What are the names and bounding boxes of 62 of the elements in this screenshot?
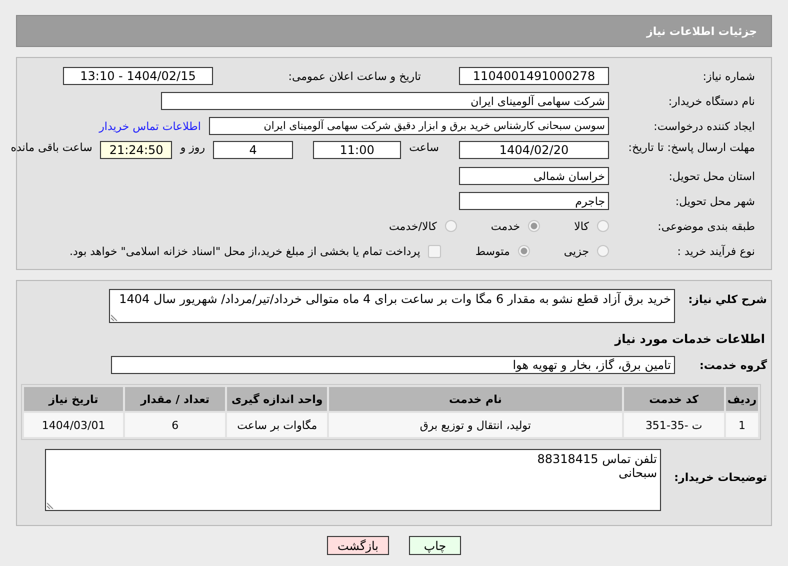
field-label: روز و <box>180 141 206 154</box>
table-cell: 1404/03/01 <box>24 413 124 437</box>
field-label: ایجاد کننده درخواست: <box>652 120 756 132</box>
back-button[interactable]: بازگشت <box>327 536 389 555</box>
radio-label: متوسط <box>475 244 510 258</box>
print-button[interactable]: چاپ <box>409 536 461 555</box>
notes-label: توضیحات خریدار: <box>673 470 768 484</box>
radio-button[interactable] <box>597 220 609 232</box>
table-cell: 1 <box>726 413 758 437</box>
radio-label: خدمت <box>490 220 520 232</box>
table-cell: ت -35-351 <box>624 413 724 437</box>
radio-button[interactable] <box>444 220 457 232</box>
radio-button[interactable] <box>528 220 540 232</box>
field-label: ساعت باقی مانده <box>10 141 92 154</box>
radio-label: جزیی <box>564 244 589 258</box>
description-label: شرح کلي نياز: <box>687 292 768 306</box>
table-cell: 6 <box>125 413 226 437</box>
description-text: خرید برق آزاد قطع نشو به مقدار 6 مگا وات بر ساعت برای 4 ماه متوالی خرداد/تیر/مرداد/ شهریور سال 1404 <box>119 292 671 306</box>
days-field: 4 <box>213 141 294 159</box>
resize-grip-icon[interactable] <box>111 314 118 321</box>
radio-label: کالا <box>574 220 589 232</box>
buyer-contact-link[interactable]: اطلاعات تماس خریدار <box>99 120 201 132</box>
province-field: خراسان شمالی <box>459 167 609 185</box>
notes-text: سبحانی <box>618 466 657 480</box>
resize-grip-icon[interactable] <box>47 502 54 509</box>
radio-button[interactable] <box>518 245 530 257</box>
announce-date-field: 1404/02/15 - 13:10 <box>63 67 213 85</box>
column-header: ردیف <box>726 387 758 411</box>
table-cell: مگاوات بر ساعت <box>227 413 328 437</box>
field-label: شهر محل تحویل: <box>674 194 756 208</box>
field-label: تاریخ و ساعت اعلان عمومی: <box>287 70 422 82</box>
field-label: نام دستگاه خریدار: <box>667 94 756 108</box>
buyer-field: شرکت سهامی آلومینای ایران <box>161 92 609 110</box>
field-label: استان محل تحویل: <box>668 170 756 182</box>
checkbox[interactable] <box>428 244 442 258</box>
radio-button[interactable] <box>597 245 609 257</box>
deadline-time-field: 11:00 <box>313 141 402 159</box>
column-header: تاریخ نیاز <box>24 387 124 411</box>
page-title: جزئیات اطلاعات نیاز <box>646 24 757 38</box>
need-number-field: 1104001491000278 <box>459 67 609 85</box>
table-cell: تولید، انتقال و توزیع برق <box>329 413 622 437</box>
field-label: ساعت <box>409 141 440 154</box>
section-heading: اطلاعات خدمات مورد نیاز <box>613 332 766 346</box>
city-field: جاجرم <box>459 192 609 210</box>
deadline-date-field: 1404/02/20 <box>459 141 609 159</box>
column-header: کد خدمت <box>624 387 724 411</box>
notes-text: تلفن تماس 88318415 <box>537 452 657 466</box>
creator-field: سوسن سبحانی کارشناس خرید برق و ابزار دقیق شرکت سهامی آلومینای ایران <box>209 117 609 135</box>
column-header: واحد اندازه گیری <box>227 387 328 411</box>
column-header: تعداد / مقدار <box>125 387 226 411</box>
remaining-time-field: 21:24:50 <box>100 141 172 159</box>
field-label: نوع فرآیند خرید : <box>676 244 756 258</box>
checkbox-label: پرداخت تمام یا بخشی از مبلغ خرید،از محل "اسناد خزانه اسلامی" خواهد بود. <box>70 244 420 258</box>
field-label: شماره نیاز: <box>702 70 756 82</box>
column-header: نام خدمت <box>329 387 622 411</box>
service-group-field: تامین برق، گاز، بخار و تهویه هوا <box>111 356 675 374</box>
service-group-label: گروه خدمت: <box>698 358 768 372</box>
radio-label: کالا/خدمت <box>389 220 437 232</box>
description-box[interactable]: خرید برق آزاد قطع نشو به مقدار 6 مگا وات بر ساعت برای 4 ماه متوالی خرداد/تیر/مرداد/ شهریور سال 1404 <box>109 289 675 323</box>
notes-box[interactable]: تلفن تماس 88318415 سبحانی <box>45 449 661 511</box>
field-label: مهلت ارسال پاسخ: تا تاریخ: <box>627 141 756 154</box>
field-label: طبقه بندی موضوعی: <box>656 220 756 232</box>
